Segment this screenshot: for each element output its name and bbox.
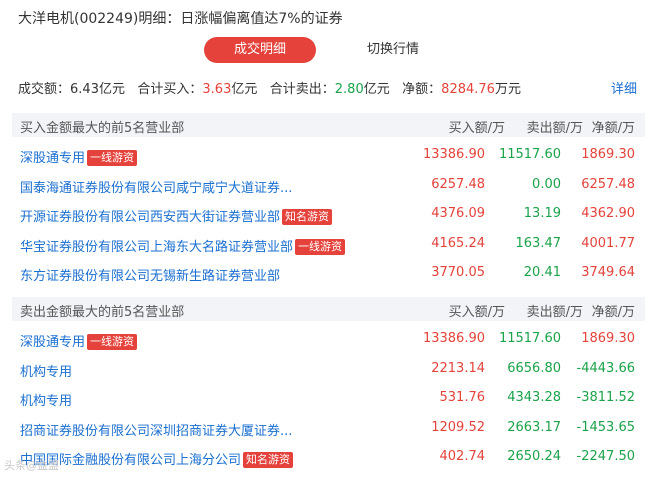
broker-name[interactable]: 深股通专用 一线游资 (20, 147, 138, 166)
tab-trade-details[interactable]: 成交明细 (204, 37, 316, 63)
buy-amount: 2213.14 (431, 360, 485, 376)
broker-name-text: 机构专用 (20, 394, 73, 409)
trader-badge: 知名游资 (282, 209, 333, 225)
sell-amount: 11517.60 (498, 147, 561, 162)
tab-switch-quote[interactable]: 切换行情 (337, 37, 449, 63)
buy-amount: 13386.90 (422, 331, 485, 346)
buy-amount: 1209.52 (431, 419, 485, 435)
sell-amount: 0.00 (532, 176, 561, 192)
sell-amount: 2663.17 (507, 419, 561, 435)
buy-amount: 13386.90 (422, 147, 485, 162)
broker-name[interactable]: 深股通专用 一线游资 (20, 331, 138, 350)
broker-name-text: 东方证券股份有限公司无锡新生路证券营业部 (20, 269, 281, 284)
net-amount: 6257.48 (581, 176, 635, 192)
net-label: 净额： (402, 82, 442, 97)
broker-name[interactable]: 国泰海通证券股份有限公司咸宁咸宁大道证券... (20, 177, 292, 196)
watermark: 头条@益盟 (4, 459, 59, 472)
trader-badge: 一线游资 (87, 334, 138, 350)
trader-badge: 知名游资 (243, 452, 294, 468)
net-amount: -1453.65 (576, 419, 635, 435)
net-amount: 1869.30 (581, 331, 635, 346)
broker-name-text: 开源证券股份有限公司西安西大街证券营业部 (20, 210, 281, 225)
sell-amount: 6656.80 (507, 360, 561, 376)
net-amount: 4362.90 (581, 206, 635, 221)
sell-amount: 11517.60 (498, 331, 561, 346)
sell-section-title: 卖出金额最大的前5名营业部 (20, 305, 185, 320)
net-amount: -2247.50 (576, 449, 635, 464)
broker-name[interactable]: 开源证券股份有限公司西安西大街证券营业部 知名游资 (20, 206, 333, 225)
total-sell-label: 合计卖出： (269, 82, 335, 97)
net-amount: 3749.64 (581, 265, 635, 280)
trader-badge: 一线游资 (87, 150, 138, 166)
table-row[interactable]: 华宝证券股份有限公司上海东大名路证券营业部 一线游资 4165.24 163.47 40… (12, 229, 645, 259)
broker-name[interactable]: 中国国际金融股份有限公司上海分公司 知名游资 (20, 449, 294, 468)
sell-amount: 13.19 (523, 206, 561, 221)
table-row[interactable]: 中国国际金融股份有限公司上海分公司 知名游资 402.74 2650.24 -2247.… (12, 442, 645, 472)
col-header-net: 净额/万 (591, 121, 635, 136)
buy-amount: 531.76 (439, 390, 486, 405)
broker-name[interactable]: 东方证券股份有限公司无锡新生路证券营业部 (20, 265, 280, 284)
broker-name-text: 深股通专用 (20, 151, 86, 166)
buy-section-header: 买入金额最大的前5名营业部 买入额/万 卖出额/万 净额/万 (12, 113, 645, 137)
total-buy-unit: 亿元 (231, 82, 258, 97)
table-row[interactable]: 深股通专用 一线游资 13386.90 11517.60 1869.30 (12, 324, 645, 354)
table-row[interactable]: 招商证券股份有限公司深圳招商证券大厦证券... 1209.52 2663.17 -14… (12, 413, 645, 443)
net-amount: -3811.52 (576, 390, 635, 405)
sell-amount: 20.41 (523, 265, 561, 280)
buy-amount: 4376.09 (431, 206, 485, 221)
table-row[interactable]: 东方证券股份有限公司无锡新生路证券营业部 3770.05 20.41 3749.64 (12, 258, 645, 288)
table-row[interactable]: 机构专用 531.76 4343.28 -3811.52 (12, 383, 645, 413)
col-header-buy: 买入额/万 (448, 305, 505, 320)
broker-name[interactable]: 机构专用 (20, 390, 72, 409)
broker-name[interactable]: 招商证券股份有限公司深圳招商证券大厦证券... (20, 420, 292, 439)
col-header-net: 净额/万 (591, 305, 635, 320)
total-sell-value: 2.80 (334, 82, 364, 97)
table-row[interactable]: 开源证券股份有限公司西安西大街证券营业部 知名游资 4376.09 13.19 4362… (12, 199, 645, 229)
broker-name[interactable]: 华宝证券股份有限公司上海东大名路证券营业部 一线游资 (20, 236, 346, 255)
total-buy-label: 合计买入： (137, 82, 203, 97)
trader-badge: 一线游资 (295, 238, 346, 255)
broker-name-text: 招商证券股份有限公司深圳招商证券大厦证券... (20, 423, 293, 439)
broker-name[interactable]: 机构专用 (20, 361, 72, 380)
buy-amount: 6257.48 (431, 176, 485, 192)
net-amount: 1869.30 (581, 147, 635, 162)
broker-name-text: 机构专用 (20, 364, 73, 380)
sell-amount: 4343.28 (507, 390, 561, 405)
buy-amount: 4165.24 (431, 235, 485, 251)
page-title: 大洋电机(002249)明细：日涨幅偏离值达7%的证券 (18, 11, 343, 27)
volume-label: 成交额： (18, 82, 71, 97)
table-row[interactable]: 国泰海通证券股份有限公司咸宁咸宁大道证券... 6257.48 0.00 6257.4… (12, 170, 645, 200)
detail-link[interactable]: 详细 (611, 78, 637, 97)
sell-amount: 2650.24 (507, 449, 561, 464)
net-amount: -4443.66 (576, 360, 635, 376)
volume-value: 6.43亿元 (70, 82, 125, 97)
table-row[interactable]: 机构专用 2213.14 6656.80 -4443.66 (12, 354, 645, 384)
col-header-buy: 买入额/万 (448, 121, 505, 136)
buy-section-title: 买入金额最大的前5名营业部 (20, 121, 185, 136)
col-header-sell: 卖出额/万 (526, 305, 583, 320)
net-unit: 万元 (494, 82, 521, 97)
net-amount: 4001.77 (581, 235, 635, 251)
buy-amount: 3770.05 (431, 265, 485, 280)
broker-name-text: 深股通专用 (20, 335, 86, 350)
tab-bar: 成交明细 切换行情 (0, 37, 658, 63)
sell-section-header: 卖出金额最大的前5名营业部 买入额/万 卖出额/万 净额/万 (12, 297, 645, 321)
sell-amount: 163.47 (515, 235, 562, 251)
broker-name-text: 国泰海通证券股份有限公司咸宁咸宁大道证券... (20, 180, 293, 196)
table-row[interactable]: 深股通专用 一线游资 13386.90 11517.60 1869.30 (12, 140, 645, 170)
summary-bar: 成交额：6.43亿元 合计买入：3.63亿元 合计卖出：2.80亿元 净额：82… (18, 78, 521, 97)
col-header-sell: 卖出额/万 (526, 121, 583, 136)
broker-name-text: 华宝证券股份有限公司上海东大名路证券营业部 (20, 239, 294, 255)
total-sell-unit: 亿元 (363, 82, 390, 97)
net-value: 8284.76 (441, 82, 495, 97)
buy-amount: 402.74 (439, 449, 486, 464)
total-buy-value: 3.63 (202, 82, 232, 97)
